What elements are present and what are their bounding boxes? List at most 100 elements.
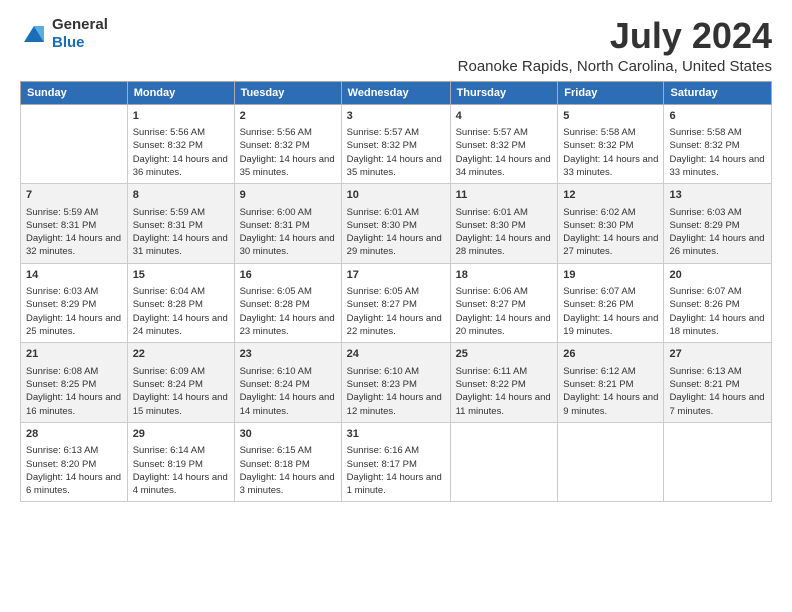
day-number: 11 [456, 188, 553, 203]
day-number: 4 [456, 109, 553, 124]
week-row-3: 14 Sunrise: 6:03 AMSunset: 8:29 PMDayligh… [21, 263, 772, 343]
col-header-saturday: Saturday [664, 81, 772, 104]
calendar-cell: 21Sunrise: 6:08 AMSunset: 8:25 PMDayligh… [21, 343, 128, 423]
calendar-cell: 23Sunrise: 6:10 AMSunset: 8:24 PMDayligh… [234, 343, 341, 423]
calendar-cell: 25 Sunrise: 6:11 AMSunset: 8:22 PMDayligh… [450, 343, 558, 423]
logo-general: General [52, 16, 108, 33]
day-number: 28 [26, 427, 122, 442]
week-row-5: 28 Sunrise: 6:13 AMSunset: 8:20 PMDayligh… [21, 422, 772, 502]
day-number: 7 [26, 188, 122, 203]
cell-info: Sunrise: 6:12 AMSunset: 8:21 PMDaylight:… [563, 366, 658, 417]
day-number: 22 [133, 347, 229, 362]
calendar-cell [664, 422, 772, 502]
cell-info: Sunrise: 6:08 AMSunset: 8:25 PMDaylight:… [26, 366, 121, 417]
logo-text: General Blue [52, 16, 108, 52]
calendar-cell: 20Sunrise: 6:07 AMSunset: 8:26 PMDayligh… [664, 263, 772, 343]
cell-info: Sunrise: 6:11 AMSunset: 8:22 PMDaylight:… [456, 366, 551, 417]
calendar-cell: 11 Sunrise: 6:01 AMSunset: 8:30 PMDayligh… [450, 184, 558, 264]
calendar-cell: 4 Sunrise: 5:57 AMSunset: 8:32 PMDaylight… [450, 104, 558, 184]
day-number: 9 [240, 188, 336, 203]
day-number: 16 [240, 268, 336, 283]
cell-info: Sunrise: 6:10 AMSunset: 8:23 PMDaylight:… [347, 366, 442, 417]
page: General Blue July 2024 Roanoke Rapids, N… [0, 0, 792, 512]
cell-info: Sunrise: 6:01 AMSunset: 8:30 PMDaylight:… [456, 207, 551, 258]
calendar-cell: 8 Sunrise: 5:59 AMSunset: 8:31 PMDaylight… [127, 184, 234, 264]
week-row-4: 21Sunrise: 6:08 AMSunset: 8:25 PMDayligh… [21, 343, 772, 423]
calendar-cell: 26Sunrise: 6:12 AMSunset: 8:21 PMDayligh… [558, 343, 664, 423]
cell-info: Sunrise: 5:57 AMSunset: 8:32 PMDaylight:… [347, 127, 442, 178]
cell-info: Sunrise: 5:59 AMSunset: 8:31 PMDaylight:… [133, 207, 228, 258]
calendar-cell: 6Sunrise: 5:58 AMSunset: 8:32 PMDaylight… [664, 104, 772, 184]
cell-info: Sunrise: 6:03 AMSunset: 8:29 PMDaylight:… [26, 286, 121, 337]
calendar-cell: 13Sunrise: 6:03 AMSunset: 8:29 PMDayligh… [664, 184, 772, 264]
header: General Blue July 2024 Roanoke Rapids, N… [20, 16, 772, 75]
day-number: 29 [133, 427, 229, 442]
day-number: 5 [563, 109, 658, 124]
cell-info: Sunrise: 6:04 AMSunset: 8:28 PMDaylight:… [133, 286, 228, 337]
calendar-cell [558, 422, 664, 502]
day-number: 25 [456, 347, 553, 362]
calendar-cell: 9Sunrise: 6:00 AMSunset: 8:31 PMDaylight… [234, 184, 341, 264]
calendar-cell: 1Sunrise: 5:56 AMSunset: 8:32 PMDaylight… [127, 104, 234, 184]
col-header-thursday: Thursday [450, 81, 558, 104]
logo-blue: Blue [52, 34, 85, 51]
calendar-cell: 16 Sunrise: 6:05 AMSunset: 8:28 PMDayligh… [234, 263, 341, 343]
cell-info: Sunrise: 6:06 AMSunset: 8:27 PMDaylight:… [456, 286, 551, 337]
day-number: 31 [347, 427, 445, 442]
cell-info: Sunrise: 6:14 AMSunset: 8:19 PMDaylight:… [133, 445, 228, 496]
col-header-sunday: Sunday [21, 81, 128, 104]
day-number: 14 [26, 268, 122, 283]
cell-info: Sunrise: 5:57 AMSunset: 8:32 PMDaylight:… [456, 127, 551, 178]
cell-info: Sunrise: 6:13 AMSunset: 8:20 PMDaylight:… [26, 445, 121, 496]
day-number: 10 [347, 188, 445, 203]
cell-info: Sunrise: 5:58 AMSunset: 8:32 PMDaylight:… [669, 127, 764, 178]
calendar-cell: 30Sunrise: 6:15 AMSunset: 8:18 PMDayligh… [234, 422, 341, 502]
col-header-friday: Friday [558, 81, 664, 104]
cell-info: Sunrise: 5:56 AMSunset: 8:32 PMDaylight:… [133, 127, 228, 178]
day-number: 3 [347, 109, 445, 124]
day-number: 13 [669, 188, 766, 203]
cell-info: Sunrise: 5:58 AMSunset: 8:32 PMDaylight:… [563, 127, 658, 178]
calendar-cell [21, 104, 128, 184]
col-header-tuesday: Tuesday [234, 81, 341, 104]
calendar-table: SundayMondayTuesdayWednesdayThursdayFrid… [20, 81, 772, 503]
day-number: 8 [133, 188, 229, 203]
calendar-cell: 12Sunrise: 6:02 AMSunset: 8:30 PMDayligh… [558, 184, 664, 264]
cell-info: Sunrise: 6:16 AMSunset: 8:17 PMDaylight:… [347, 445, 442, 496]
cell-info: Sunrise: 6:05 AMSunset: 8:28 PMDaylight:… [240, 286, 335, 337]
day-number: 15 [133, 268, 229, 283]
cell-info: Sunrise: 6:13 AMSunset: 8:21 PMDaylight:… [669, 366, 764, 417]
calendar-cell: 10 Sunrise: 6:01 AMSunset: 8:30 PMDayligh… [341, 184, 450, 264]
day-number: 17 [347, 268, 445, 283]
calendar-cell: 22Sunrise: 6:09 AMSunset: 8:24 PMDayligh… [127, 343, 234, 423]
calendar-cell: 2 Sunrise: 5:56 AMSunset: 8:32 PMDaylight… [234, 104, 341, 184]
day-number: 30 [240, 427, 336, 442]
week-row-2: 7 Sunrise: 5:59 AMSunset: 8:31 PMDaylight… [21, 184, 772, 264]
day-number: 19 [563, 268, 658, 283]
calendar-cell: 28 Sunrise: 6:13 AMSunset: 8:20 PMDayligh… [21, 422, 128, 502]
calendar-cell: 17 Sunrise: 6:05 AMSunset: 8:27 PMDayligh… [341, 263, 450, 343]
logo: General Blue [20, 16, 108, 52]
cell-info: Sunrise: 5:56 AMSunset: 8:32 PMDaylight:… [240, 127, 335, 178]
calendar-cell: 5 Sunrise: 5:58 AMSunset: 8:32 PMDaylight… [558, 104, 664, 184]
calendar-cell: 14 Sunrise: 6:03 AMSunset: 8:29 PMDayligh… [21, 263, 128, 343]
calendar-cell: 29 Sunrise: 6:14 AMSunset: 8:19 PMDayligh… [127, 422, 234, 502]
day-number: 23 [240, 347, 336, 362]
cell-info: Sunrise: 6:01 AMSunset: 8:30 PMDaylight:… [347, 207, 442, 258]
col-header-wednesday: Wednesday [341, 81, 450, 104]
cell-info: Sunrise: 6:02 AMSunset: 8:30 PMDaylight:… [563, 207, 658, 258]
day-number: 20 [669, 268, 766, 283]
cell-info: Sunrise: 5:59 AMSunset: 8:31 PMDaylight:… [26, 207, 121, 258]
calendar-cell: 15 Sunrise: 6:04 AMSunset: 8:28 PMDayligh… [127, 263, 234, 343]
week-row-1: 1Sunrise: 5:56 AMSunset: 8:32 PMDaylight… [21, 104, 772, 184]
day-number: 18 [456, 268, 553, 283]
calendar-cell: 19 Sunrise: 6:07 AMSunset: 8:26 PMDayligh… [558, 263, 664, 343]
col-header-monday: Monday [127, 81, 234, 104]
cell-info: Sunrise: 6:05 AMSunset: 8:27 PMDaylight:… [347, 286, 442, 337]
calendar-cell [450, 422, 558, 502]
location-title: Roanoke Rapids, North Carolina, United S… [458, 58, 772, 75]
calendar-cell: 31 Sunrise: 6:16 AMSunset: 8:17 PMDayligh… [341, 422, 450, 502]
day-number: 2 [240, 109, 336, 124]
calendar-cell: 7 Sunrise: 5:59 AMSunset: 8:31 PMDaylight… [21, 184, 128, 264]
cell-info: Sunrise: 6:07 AMSunset: 8:26 PMDaylight:… [563, 286, 658, 337]
